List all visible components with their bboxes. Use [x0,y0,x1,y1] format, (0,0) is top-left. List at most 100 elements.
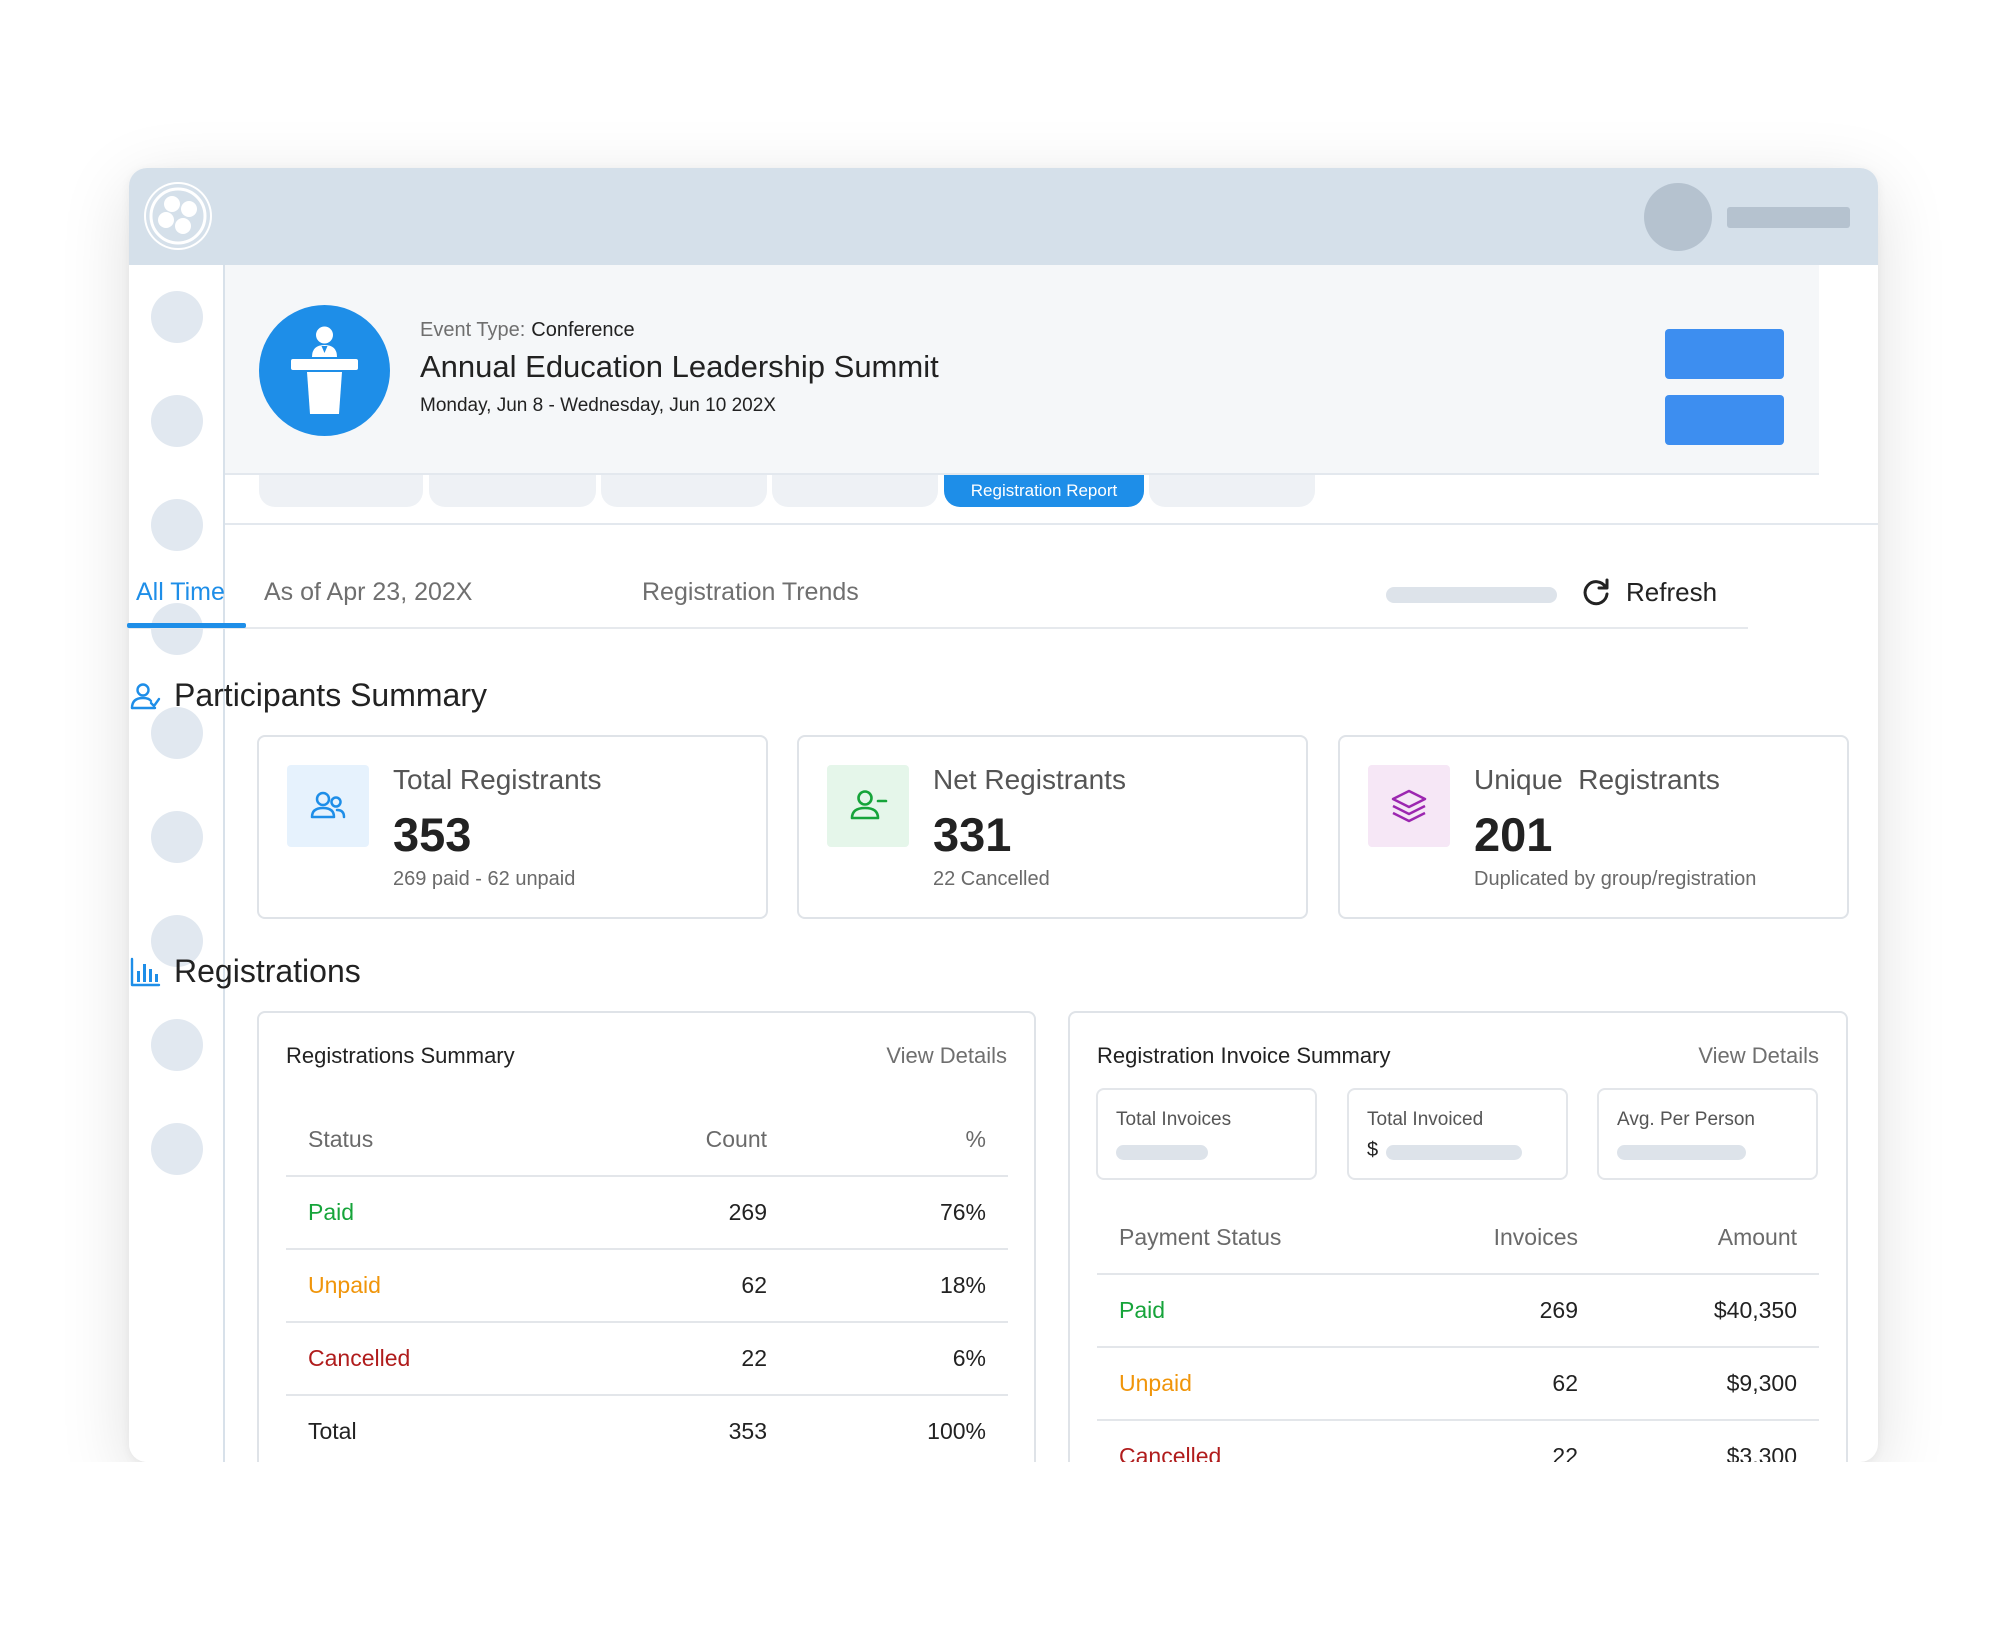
total-invoiced-label: Total Invoiced [1367,1109,1484,1130]
report-tab[interactable] [259,475,423,507]
table-row: Unpaid 62 18% [286,1249,1008,1323]
user-avatar[interactable] [1644,183,1712,251]
count-cell: 22 [569,1322,789,1396]
refresh-icon [1583,578,1609,606]
col-header-payment-status: Payment Status [1097,1201,1380,1275]
username-placeholder[interactable] [1727,207,1850,228]
view-details-link[interactable]: View Details [1698,1043,1819,1069]
count-cell: 353 [569,1395,789,1469]
tab-as-of-date[interactable]: As of Apr 23, 202X [264,578,472,607]
stat-subtext: 269 paid - 62 unpaid [393,868,576,890]
status-cell: Paid [286,1176,569,1250]
stat-card-net-registrants: Net Registrants 331 22 Cancelled [797,735,1308,919]
podium-speaker-icon [259,305,390,436]
payment-status-cell: Paid [1097,1274,1380,1348]
top-bar [129,168,1878,265]
sidebar [129,265,225,1462]
active-tab-indicator [127,623,246,628]
status-cell: Total [286,1395,569,1469]
layers-icon [1368,765,1450,847]
sidebar-item[interactable] [151,707,203,759]
percent-cell: 6% [789,1322,1008,1396]
stat-value: 353 [393,808,472,861]
count-cell: 62 [569,1249,789,1323]
report-tab[interactable] [601,475,767,507]
report-tabs: Registration Report [225,475,1878,525]
invoice-summary-table: Payment Status Invoices Amount Paid 269 … [1097,1201,1819,1494]
registrations-title: Registrations [174,953,361,989]
header-action-button-1[interactable] [1665,329,1784,379]
count-cell: 269 [569,1176,789,1250]
registration-invoice-summary-panel: Registration Invoice Summary View Detail… [1068,1011,1848,1511]
sidebar-item[interactable] [151,291,203,343]
table-row-total: Total 353 100% [286,1395,1008,1469]
table-row: Unpaid 62 $9,300 [1097,1347,1819,1421]
registrations-summary-title: Registrations Summary [286,1043,515,1068]
tab-all-time[interactable]: All Time [136,578,225,607]
amount-cell: $40,350 [1600,1274,1819,1348]
participants-summary-title: Participants Summary [174,677,487,713]
percent-cell: 76% [789,1176,1008,1250]
window-bottom-mask [0,1462,2000,1627]
header-action-button-2[interactable] [1665,395,1784,445]
view-details-link[interactable]: View Details [886,1043,1007,1069]
time-tabs: All Time As of Apr 23, 202X Registration… [127,540,1748,629]
event-title: Annual Education Leadership Summit [420,349,939,384]
currency-symbol: $ [1367,1139,1379,1161]
col-header-amount: Amount [1600,1201,1819,1275]
sidebar-item[interactable] [151,811,203,863]
report-tab[interactable] [429,475,596,507]
total-invoices-card: Total Invoices [1096,1088,1317,1180]
table-header-row: Payment Status Invoices Amount [1097,1201,1819,1275]
refresh-button[interactable]: Refresh [1580,574,1717,610]
stat-label: Total Registrants [393,764,602,795]
stat-label: Net Registrants [933,764,1126,795]
percent-cell: 100% [789,1395,1008,1469]
col-header-invoices: Invoices [1380,1201,1600,1275]
invoices-cell: 269 [1380,1274,1600,1348]
app-logo-icon[interactable] [144,182,212,250]
sidebar-item[interactable] [151,395,203,447]
table-row: Cancelled 22 6% [286,1322,1008,1396]
participants-summary-heading: Participants Summary [129,677,487,714]
event-type-label: Event Type: [420,319,526,341]
stat-value: 331 [933,808,1012,861]
refresh-label: Refresh [1626,576,1718,607]
sidebar-item[interactable] [151,1019,203,1071]
total-invoiced-card: Total Invoiced $ [1347,1088,1568,1180]
user-check-icon [130,682,161,709]
registrations-heading: Registrations [129,953,361,990]
report-tab[interactable] [772,475,938,507]
amount-cell: $9,300 [1600,1347,1819,1421]
tab-registration-report[interactable]: Registration Report [944,475,1144,507]
stat-card-total-registrants: Total Registrants 353 269 paid - 62 unpa… [257,735,768,919]
stat-subtext: 22 Cancelled [933,868,1050,890]
report-tab[interactable] [1149,475,1315,507]
registrations-summary-panel: Registrations Summary View Details Statu… [257,1011,1036,1511]
stat-label: Unique Registrants [1474,764,1720,795]
percent-cell: 18% [789,1249,1008,1323]
value-placeholder [1617,1145,1746,1160]
table-row: Paid 269 $40,350 [1097,1274,1819,1348]
avg-per-person-card: Avg. Per Person [1597,1088,1818,1180]
col-header-count: Count [569,1103,789,1177]
tab-registration-trends[interactable]: Registration Trends [642,578,859,607]
col-header-percent: % [789,1103,1008,1177]
event-dates: Monday, Jun 8 - Wednesday, Jun 10 202X [420,395,776,416]
table-row: Paid 269 76% [286,1176,1008,1250]
event-header: Event Type: Conference Annual Education L… [225,265,1819,475]
value-placeholder [1116,1145,1208,1160]
avg-per-person-label: Avg. Per Person [1617,1109,1756,1130]
status-cell: Cancelled [286,1322,569,1396]
registrations-summary-table: Status Count % Paid 269 76% Unpaid 62 18… [286,1103,1008,1469]
filter-placeholder[interactable] [1386,587,1557,603]
status-cell: Unpaid [286,1249,569,1323]
bar-chart-icon [130,957,161,986]
table-header-row: Status Count % [286,1103,1008,1177]
stat-card-unique-registrants: Unique Registrants 201 Duplicated by gro… [1338,735,1849,919]
sidebar-item[interactable] [151,1123,203,1175]
payment-status-cell: Unpaid [1097,1347,1380,1421]
users-icon [287,765,369,847]
total-invoices-label: Total Invoices [1116,1109,1232,1130]
event-type: Event Type: Conference [420,319,635,342]
